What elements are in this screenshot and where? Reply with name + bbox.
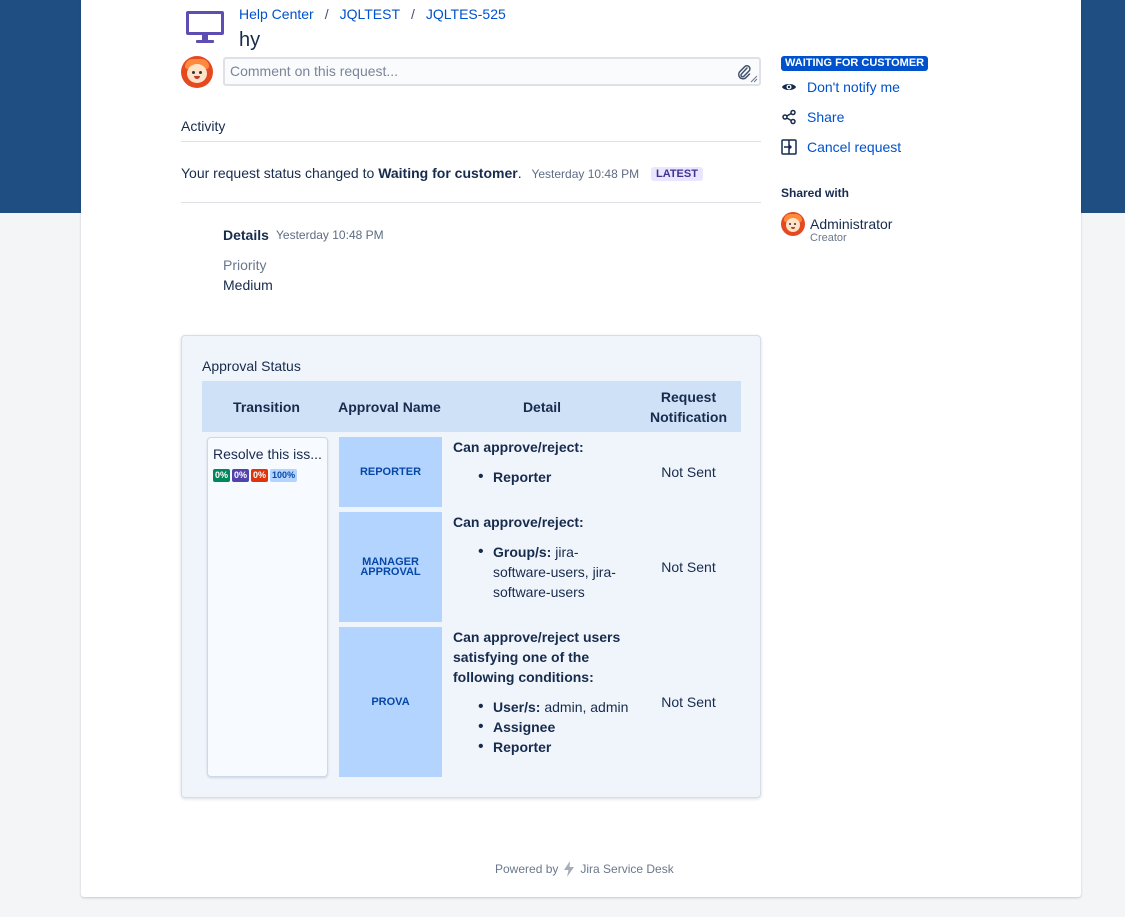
breadcrumb-project[interactable]: JQLTEST <box>340 6 400 22</box>
approval-name-reporter: REPORTER <box>339 437 442 507</box>
column-detail: Detail <box>522 399 562 415</box>
share-label: Share <box>807 109 845 125</box>
status-change-text: Your request status changed to <box>181 165 375 181</box>
approver-label: Assignee <box>493 719 556 735</box>
status-change-value: Waiting for customer <box>378 165 518 181</box>
approver-list: Group/s: jira-software-users, jira-softw… <box>453 542 633 602</box>
approval-detail-manager-approval: Can approve/reject: Group/s: jira-softwa… <box>453 512 633 602</box>
rejected-percent-badge: 0% <box>251 469 269 482</box>
details-label: Details <box>223 227 269 243</box>
details-time: Yesterday 10:48 PM <box>276 228 384 242</box>
approver-item: User/s: admin, admin <box>453 697 633 717</box>
approved-percent-badge: 0% <box>213 469 231 482</box>
approver-item: Reporter <box>453 467 633 487</box>
eye-icon <box>782 84 796 90</box>
status-change-time: Yesterday 10:48 PM <box>531 167 640 181</box>
approval-status-title: Approval Status <box>202 358 301 374</box>
shared-user-role: Creator <box>810 232 847 244</box>
shared-with-label: Shared with <box>781 186 850 200</box>
latest-badge: LATEST <box>650 167 703 181</box>
breadcrumb-separator: / <box>411 6 415 22</box>
pending-percent-badge: 0% <box>232 469 250 482</box>
approval-table-header: Transition Approval Name Detail Request … <box>202 381 741 432</box>
column-approval-name: Approval Name <box>338 399 441 415</box>
approval-detail-reporter: Can approve/reject: Reporter <box>453 437 633 487</box>
comment-input[interactable]: Comment on this request... <box>223 57 761 86</box>
cancel-request-icon <box>781 139 797 155</box>
breadcrumb-issue[interactable]: JQLTES-525 <box>426 6 506 22</box>
approver-label: User/s: <box>493 699 541 715</box>
transition-name: Resolve this iss... <box>213 446 322 462</box>
current-user-avatar <box>181 56 213 88</box>
transition-card[interactable]: Resolve this iss... 0% 0% 0% 100% <box>207 437 328 777</box>
paperclip-icon[interactable] <box>737 64 751 80</box>
approver-list: User/s: admin, admin Assignee Reporter <box>453 697 633 757</box>
detail-heading: Can approve/reject: <box>453 514 584 530</box>
approver-label: Reporter <box>493 739 552 755</box>
approval-name-manager-approval: MANAGER APPROVAL <box>339 512 442 622</box>
approver-item: Group/s: jira-software-users, jira-softw… <box>453 542 633 602</box>
remaining-percent-badge: 100% <box>270 469 298 482</box>
breadcrumb: Help Center / JQLTEST / JQLTES-525 <box>239 6 506 22</box>
approval-progress: 0% 0% 0% 100% <box>213 469 298 482</box>
detail-heading: Can approve/reject users satisfying one … <box>453 629 621 685</box>
approver-item: Assignee <box>453 717 633 737</box>
powered-by-text: Powered by <box>495 862 559 876</box>
page-title: hy <box>239 29 261 51</box>
column-transition: Transition <box>233 399 300 415</box>
column-request-notification: Request Notification <box>650 389 727 425</box>
product-name[interactable]: Jira Service Desk <box>580 862 673 876</box>
cancel-request-button[interactable]: Cancel request <box>781 139 901 155</box>
resize-handle-icon[interactable] <box>750 75 758 83</box>
status-change-entry: Your request status changed to Waiting f… <box>181 165 703 181</box>
approver-label: Group/s: <box>493 544 552 560</box>
notification-status: Not Sent <box>661 464 716 480</box>
cancel-request-label: Cancel request <box>807 139 902 155</box>
share-icon <box>782 109 796 125</box>
approval-name-prova: PROVA <box>339 627 442 777</box>
activity-heading: Activity <box>181 118 226 134</box>
breadcrumb-separator: / <box>324 6 329 22</box>
approver-label: Reporter <box>493 469 552 485</box>
breadcrumb-help-center[interactable]: Help Center <box>239 6 314 22</box>
approver-list: Reporter <box>453 467 633 487</box>
monitor-icon <box>186 11 224 43</box>
notification-status: Not Sent <box>661 559 716 575</box>
approver-value: admin, admin <box>544 699 629 715</box>
detail-heading: Can approve/reject: <box>453 439 584 455</box>
shared-user-name: Administrator <box>810 216 893 232</box>
approver-item: Reporter <box>453 737 633 757</box>
divider <box>181 141 761 142</box>
dont-notify-me-button[interactable]: Don't notify me <box>781 79 900 95</box>
jira-bolt-icon <box>564 861 575 877</box>
approval-status-panel: Approval Status Transition Approval Name… <box>181 335 761 798</box>
priority-value: Medium <box>223 277 273 293</box>
approval-detail-prova: Can approve/reject users satisfying one … <box>453 627 633 757</box>
status-badge: WAITING FOR CUSTOMER <box>781 56 929 71</box>
dont-notify-me-label: Don't notify me <box>807 79 900 95</box>
share-button[interactable]: Share <box>781 109 844 125</box>
administrator-avatar <box>781 212 805 236</box>
priority-label: Priority <box>223 257 267 273</box>
comment-placeholder: Comment on this request... <box>230 63 399 79</box>
status-change-suffix: . <box>517 165 522 181</box>
footer: Powered by Jira Service Desk <box>495 860 674 878</box>
notification-status: Not Sent <box>661 694 716 710</box>
divider <box>181 202 761 203</box>
